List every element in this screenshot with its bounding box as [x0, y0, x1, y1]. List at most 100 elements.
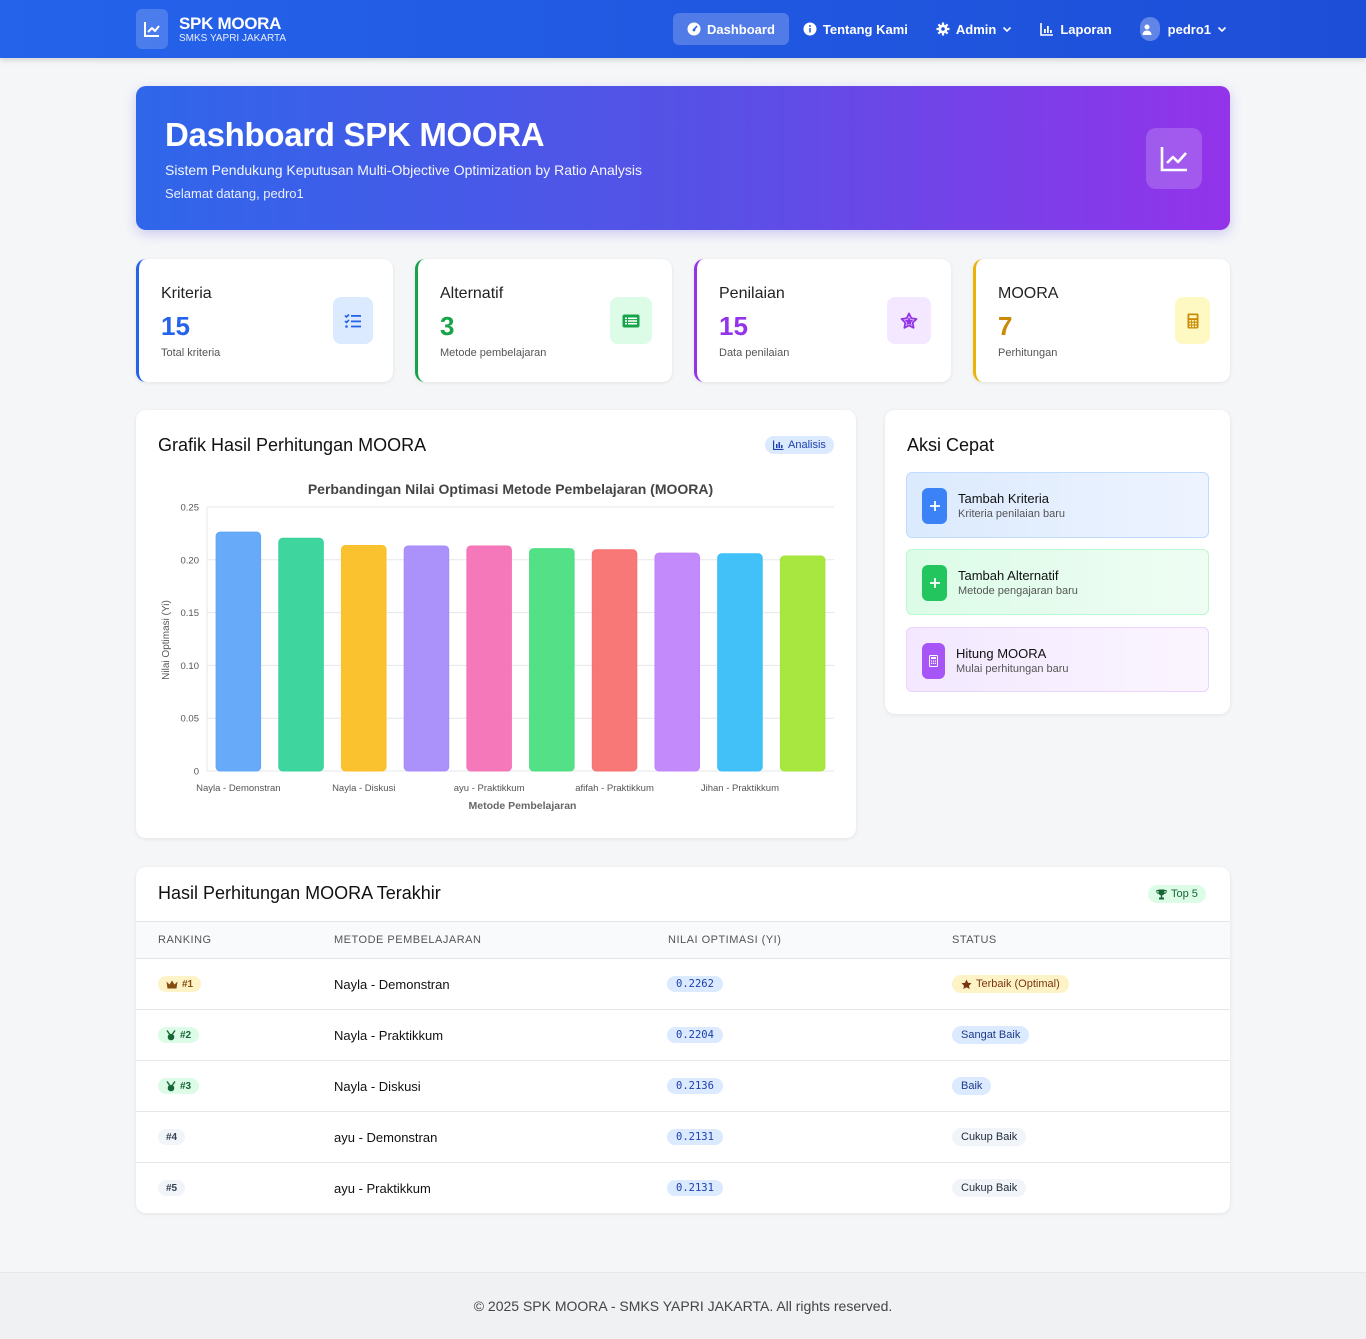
nav-item-label: Tentang Kami [822, 21, 908, 37]
y-axis-label: Nilai Optimasi (Yi) [161, 600, 172, 680]
quick-action-subtitle: Metode pengajaran baru [958, 585, 1078, 597]
plus-icon [922, 565, 947, 601]
quick-action-title: Hitung MOORA [956, 646, 1047, 661]
stat-card-moora[interactable]: MOORA 7 Perhitungan [973, 259, 1230, 382]
table-row[interactable]: #4 ayu - Demonstran 0.2131 Cukup Baik [136, 1112, 1230, 1163]
chart-bar-icon [1040, 23, 1054, 36]
nav-item-laporan[interactable]: Laporan [1026, 13, 1125, 45]
bar-6 [529, 548, 575, 772]
bar-1 [215, 531, 262, 772]
gear-icon [936, 22, 950, 36]
score-badge: 0.2131 [667, 1180, 723, 1196]
table-row[interactable]: #5 ayu - Praktikkum 0.2131 Cukup Baik [136, 1163, 1230, 1214]
bar-7 [591, 549, 638, 772]
bar-2 [278, 537, 324, 772]
calculate-moora-button[interactable]: Hitung MOORA Mulai perhitungan baru [906, 627, 1209, 692]
nav-menu: Dashboard Tentang Kami Admin Laporan ped… [673, 13, 1241, 45]
page-title: Dashboard SPK MOORA [165, 116, 545, 153]
quick-actions-title: Aksi Cepat [907, 435, 995, 455]
rank-badge: #4 [158, 1129, 186, 1145]
navbar: SPK MOORA SMKS YAPRI JAKARTA Dashboard T… [0, 0, 1366, 58]
table-row[interactable]: #2 Nayla - Praktikkum 0.2204 Sangat Baik [136, 1010, 1230, 1061]
x-axis-label: Metode Pembelajaran [469, 800, 577, 812]
stat-card-alternatif[interactable]: Alternatif 3 Metode pembelajaran [415, 259, 672, 382]
stat-label: Penilaian [719, 285, 785, 302]
top5-badge-label: Top 5 [1171, 888, 1198, 900]
y-tick-label: 0 [194, 767, 199, 778]
method-name: Nayla - Demonstran [334, 976, 450, 992]
nav-item-tentang-kami[interactable]: Tentang Kami [789, 13, 922, 45]
star-icon [887, 297, 931, 344]
user-icon [1142, 24, 1152, 35]
stat-description: Total kriteria [161, 347, 221, 359]
score-badge: 0.2136 [667, 1078, 723, 1094]
bar-5 [466, 545, 512, 772]
list-icon [610, 297, 652, 344]
add-alternative-button[interactable]: Tambah Alternatif Metode pengajaran baru [906, 549, 1209, 615]
footer: © 2025 SPK MOORA - SMKS YAPRI JAKARTA. A… [0, 1272, 1366, 1339]
calculator-icon [1175, 297, 1210, 344]
nav-item-admin[interactable]: Admin [922, 13, 1026, 45]
results-card: Hasil Perhitungan MOORA Terakhir Top 5 R… [136, 867, 1230, 1213]
bar-10 [779, 555, 826, 772]
brand-subtitle: SMKS YAPRI JAKARTA [179, 33, 287, 44]
stat-label: MOORA [998, 285, 1059, 302]
user-menu[interactable]: pedro1 [1126, 13, 1241, 45]
rank-badge: #1 [158, 976, 202, 992]
quick-action-subtitle: Kriteria penilaian baru [958, 508, 1066, 520]
method-name: Nayla - Diskusi [334, 1078, 421, 1094]
nav-item-label: Dashboard [707, 21, 775, 37]
user-name: pedro1 [1167, 21, 1211, 37]
stat-value: 15 [719, 311, 748, 341]
add-criteria-button[interactable]: Tambah Kriteria Kriteria penilaian baru [906, 472, 1209, 538]
welcome-text: Selamat datang, pedro1 [165, 186, 304, 201]
stat-description: Data penilaian [719, 347, 790, 359]
column-header-method: METODE PEMBELAJARAN [334, 934, 482, 946]
status-badge: Cukup Baik [952, 1128, 1027, 1146]
method-name: Nayla - Praktikkum [334, 1027, 444, 1043]
star-icon [961, 979, 972, 989]
rank-text: #3 [180, 1080, 192, 1092]
brand[interactable]: SPK MOORA SMKS YAPRI JAKARTA [136, 9, 286, 49]
stat-card-penilaian[interactable]: Penilaian 15 Data penilaian [694, 259, 951, 382]
method-name: ayu - Praktikkum [334, 1180, 431, 1196]
nav-item-label: Admin [955, 21, 997, 37]
y-tick-label: 0.25 [181, 503, 200, 514]
plus-icon [922, 488, 947, 524]
trophy-icon [1156, 889, 1167, 899]
medal-icon [166, 1029, 176, 1040]
results-title: Hasil Perhitungan MOORA Terakhir [158, 883, 441, 903]
quick-action-title: Tambah Kriteria [958, 491, 1050, 506]
avatar [1139, 17, 1160, 41]
x-tick-label: ayu - Praktikkum [454, 783, 525, 794]
rank-badge: #3 [158, 1078, 200, 1094]
stat-label: Alternatif [440, 285, 504, 302]
chart-title: Perbandingan Nilai Optimasi Metode Pembe… [308, 481, 713, 497]
quick-action-title: Tambah Alternatif [958, 568, 1059, 583]
stat-description: Metode pembelajaran [440, 347, 547, 359]
chart-card: Grafik Hasil Perhitungan MOORA Analisis … [136, 410, 856, 838]
x-tick-label: afifah - Praktikkum [575, 783, 654, 794]
stat-value: 3 [440, 311, 455, 341]
column-header-status: STATUS [952, 934, 997, 946]
dashboard-icon [687, 22, 701, 36]
nav-item-dashboard[interactable]: Dashboard [673, 13, 789, 45]
stat-card-kriteria[interactable]: Kriteria 15 Total kriteria [136, 259, 393, 382]
quick-actions-card: Aksi Cepat Tambah Kriteria Kriteria peni… [885, 410, 1230, 714]
info-icon [803, 22, 817, 36]
crown-icon [166, 980, 178, 988]
score-badge: 0.2131 [667, 1129, 723, 1145]
x-tick-label: Jihan - Praktikkum [701, 783, 779, 794]
rank-badge: #5 [158, 1180, 186, 1196]
y-tick-label: 0.10 [181, 661, 200, 672]
table-row[interactable]: #1 Nayla - Demonstran 0.2262 Terbaik (Op… [136, 959, 1230, 1010]
chevron-down-icon [1217, 26, 1227, 33]
table-row[interactable]: #3 Nayla - Diskusi 0.2136 Baik [136, 1061, 1230, 1112]
stat-value: 7 [998, 311, 1013, 341]
nav-item-label: Laporan [1060, 21, 1112, 37]
bar-4 [403, 545, 450, 772]
stat-label: Kriteria [161, 285, 212, 302]
rank-badge: #2 [158, 1027, 200, 1043]
rank-text: #2 [180, 1029, 192, 1041]
bar-9 [717, 553, 763, 772]
